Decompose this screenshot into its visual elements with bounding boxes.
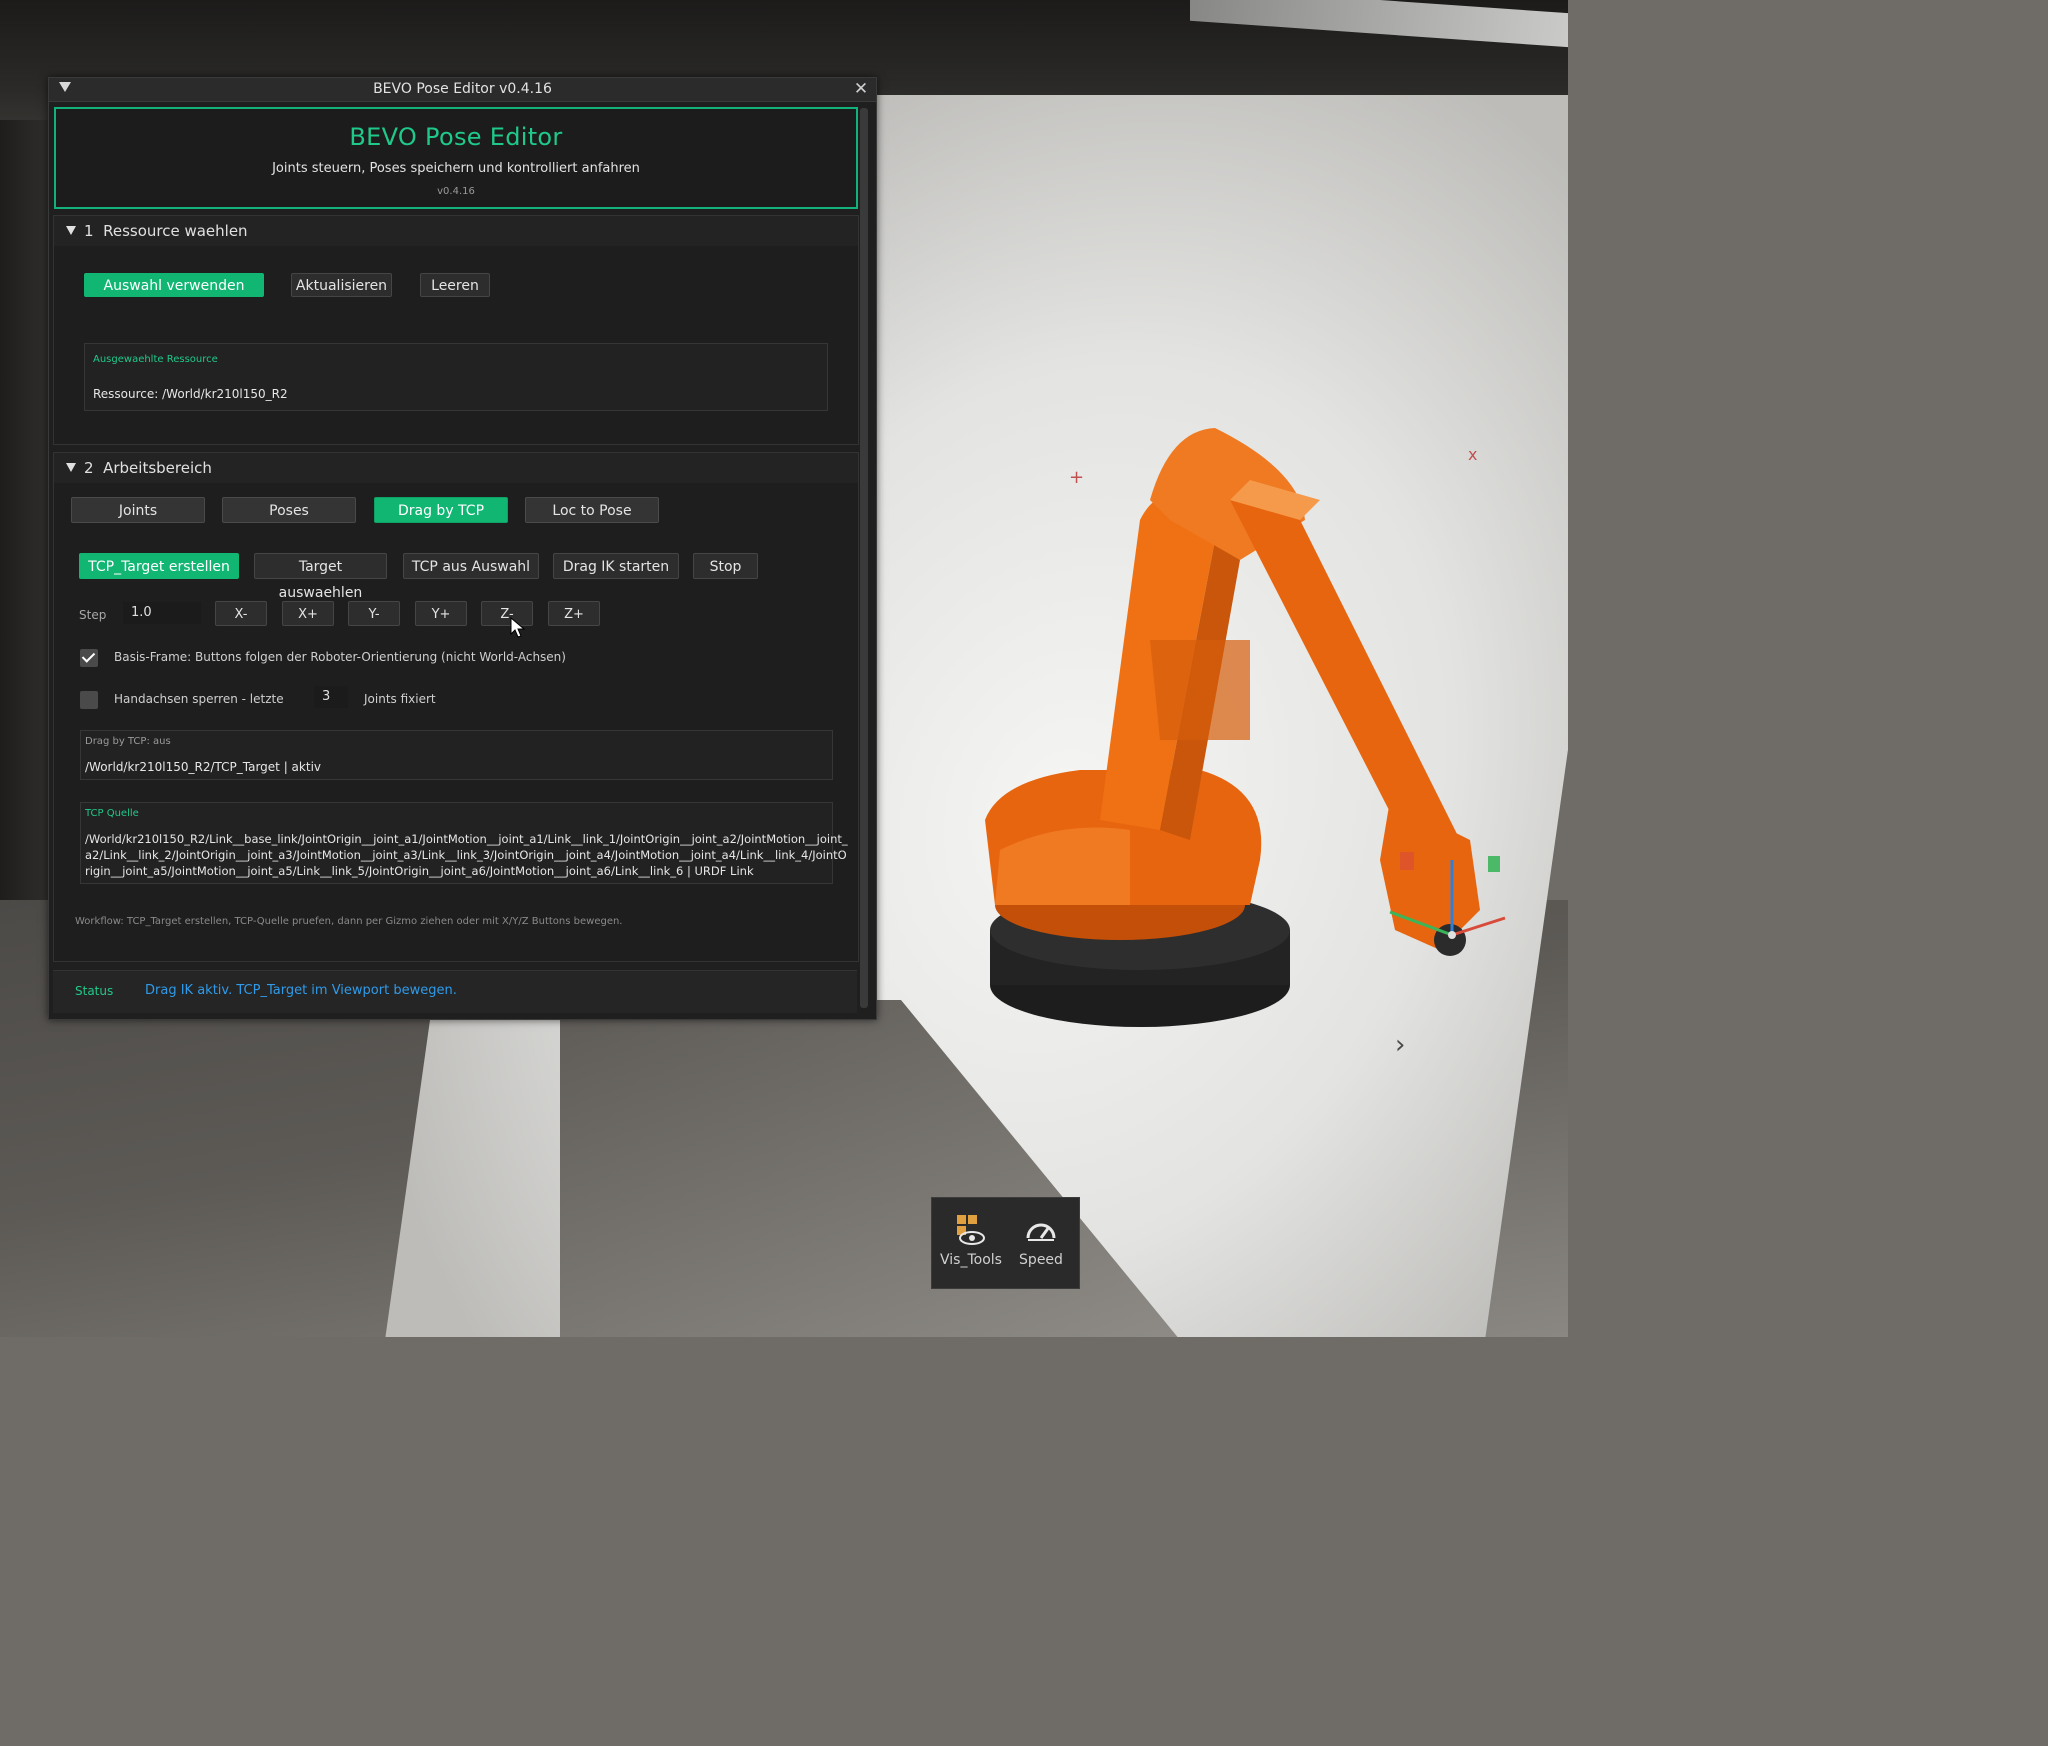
svg-text:+: + (1069, 467, 1084, 488)
app-title: BEVO Pose Editor (349, 123, 563, 151)
lock-wrist-count-input[interactable]: 3 (314, 686, 348, 708)
tcp-source-line-1: /World/kr210l150_R2/Link__base_link/Join… (85, 832, 848, 846)
tcp-source-line-3: rigin__joint_a5/JointMotion__joint_a5/Li… (85, 864, 754, 878)
section-number: 2 (84, 459, 94, 477)
tcp-source-label: TCP Quelle (85, 808, 139, 819)
section-workspace-header[interactable]: 2 Arbeitsbereich (54, 453, 858, 483)
selected-resource-box: Ausgewaehlte Ressource Ressource: /World… (84, 343, 828, 411)
workflow-hint: Workflow: TCP_Target erstellen, TCP-Quel… (75, 916, 623, 927)
speed-button[interactable]: Speed (1010, 1198, 1072, 1288)
section-workspace: 2 Arbeitsbereich Joints Poses Drag by TC… (53, 452, 859, 962)
tab-joints[interactable]: Joints (71, 497, 205, 523)
use-selection-button[interactable]: Auswahl verwenden (84, 273, 264, 297)
clear-button[interactable]: Leeren (420, 273, 490, 297)
section-title: Ressource waehlen (103, 222, 248, 240)
app-version: v0.4.16 (437, 186, 475, 197)
move-y-minus-button[interactable]: Y- (348, 601, 400, 626)
speed-label: Speed (1019, 1252, 1063, 1268)
step-input[interactable]: 1.0 (123, 602, 201, 624)
status-message: Drag IK aktiv. TCP_Target im Viewport be… (145, 983, 457, 998)
section-resource-body: Auswahl verwenden Aktualisieren Leeren A… (54, 246, 858, 444)
move-z-plus-button[interactable]: Z+ (548, 601, 600, 626)
collapse-triangle-icon (66, 463, 76, 472)
speedometer-icon (1026, 1223, 1056, 1241)
lock-wrist-checkbox[interactable] (80, 691, 98, 709)
move-x-plus-button[interactable]: X+ (282, 601, 334, 626)
visibility-tools-icon (957, 1215, 985, 1245)
status-label: Status (75, 984, 114, 998)
mouse-cursor-icon (510, 617, 526, 638)
start-drag-ik-button[interactable]: Drag IK starten (553, 553, 679, 579)
vis-tools-button[interactable]: Vis_Tools (940, 1198, 1002, 1288)
refresh-button[interactable]: Aktualisieren (291, 273, 392, 297)
tcp-from-selection-button[interactable]: TCP aus Auswahl (403, 553, 539, 579)
tab-drag-by-tcp[interactable]: Drag by TCP (374, 497, 508, 523)
section-workspace-body: Joints Poses Drag by TCP Loc to Pose TCP… (54, 483, 858, 961)
lock-wrist-label: Handachsen sperren - letzte (114, 692, 284, 706)
drag-status-value: /World/kr210l150_R2/TCP_Target | aktiv (85, 760, 321, 774)
base-frame-checkbox[interactable] (80, 649, 98, 667)
drag-status-label: Drag by TCP: aus (85, 736, 171, 747)
viewport-toolbar: Vis_Tools Speed (931, 1197, 1080, 1289)
section-resource: 1 Ressource waehlen Auswahl verwenden Ak… (53, 215, 859, 445)
vis-tools-label: Vis_Tools (940, 1252, 1002, 1268)
tab-loc-to-pose[interactable]: Loc to Pose (525, 497, 659, 523)
collapse-triangle-icon (66, 226, 76, 235)
app-subtitle: Joints steuern, Poses speichern und kont… (272, 161, 640, 176)
section-resource-header[interactable]: 1 Ressource waehlen (54, 216, 858, 246)
chevron-right-icon[interactable]: › (1395, 1032, 1417, 1058)
tab-poses[interactable]: Poses (222, 497, 356, 523)
window-scrollbar[interactable] (860, 108, 868, 1008)
section-number: 1 (84, 222, 94, 240)
selected-resource-label: Ausgewaehlte Ressource (93, 354, 218, 365)
select-target-button[interactable]: Target auswaehlen (254, 553, 387, 601)
app-header: BEVO Pose Editor Joints steuern, Poses s… (54, 107, 858, 209)
tcp-source-box: TCP Quelle /World/kr210l150_R2/Link__bas… (80, 802, 848, 884)
selected-resource-value: Ressource: /World/kr210l150_R2 (93, 387, 288, 401)
status-bar: Status Drag IK aktiv. TCP_Target im View… (53, 970, 857, 1013)
window-titlebar[interactable]: BEVO Pose Editor v0.4.16 ✕ (49, 78, 876, 102)
svg-text:x: x (1468, 445, 1477, 464)
drag-status-box: Drag by TCP: aus /World/kr210l150_R2/TCP… (80, 730, 833, 780)
section-title: Arbeitsbereich (103, 459, 212, 477)
tcp-source-line-2: a2/Link__link_2/JointOrigin__joint_a3/Jo… (85, 848, 847, 862)
move-x-minus-button[interactable]: X- (215, 601, 267, 626)
create-target-button[interactable]: TCP_Target erstellen (79, 553, 239, 579)
stop-button[interactable]: Stop (693, 553, 758, 579)
step-label: Step (79, 608, 107, 622)
pose-editor-window: BEVO Pose Editor v0.4.16 ✕ BEVO Pose Edi… (48, 77, 877, 1020)
window-title: BEVO Pose Editor v0.4.16 (373, 81, 552, 97)
base-frame-label: Basis-Frame: Buttons folgen der Roboter-… (114, 650, 566, 664)
lock-wrist-suffix: Joints fixiert (364, 692, 436, 706)
close-icon[interactable]: ✕ (852, 79, 870, 99)
move-y-plus-button[interactable]: Y+ (415, 601, 467, 626)
